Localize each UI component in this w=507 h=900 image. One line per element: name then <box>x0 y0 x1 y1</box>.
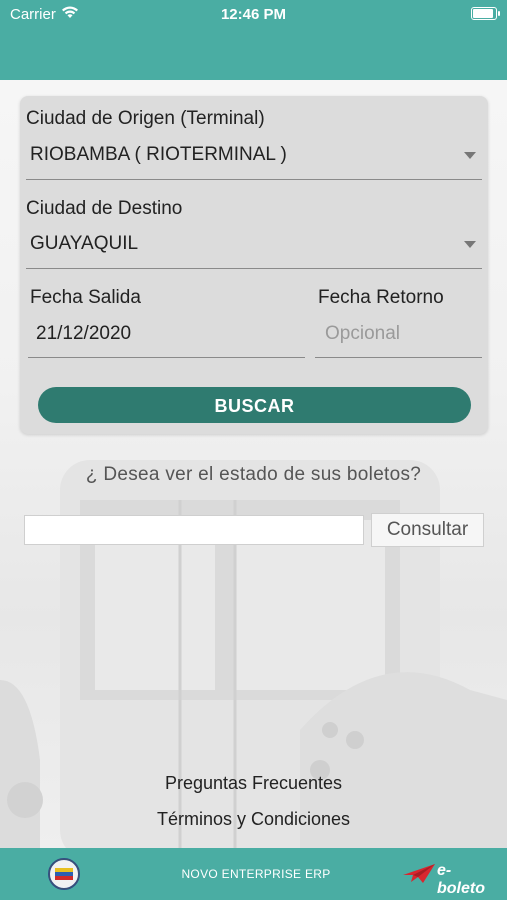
plane-icon <box>403 864 435 883</box>
return-date-field[interactable]: Opcional <box>315 316 482 358</box>
consult-button[interactable]: Consultar <box>371 513 484 547</box>
header-bar: Carrier 12:46 PM <box>0 0 507 80</box>
origin-select[interactable]: RIOBAMBA ( RIOTERMINAL ) <box>26 136 482 180</box>
search-form-card: Ciudad de Origen (Terminal) RIOBAMBA ( R… <box>20 96 488 434</box>
departure-date-value: 21/12/2020 <box>36 323 132 344</box>
chevron-down-icon <box>464 152 476 159</box>
origin-value: RIOBAMBA ( RIOTERMINAL ) <box>30 144 287 165</box>
chevron-down-icon <box>464 241 476 248</box>
destination-label: Ciudad de Destino <box>26 198 183 219</box>
origin-label: Ciudad de Origen (Terminal) <box>26 108 265 129</box>
return-underline <box>315 357 482 358</box>
destination-value: GUAYAQUIL <box>30 233 139 254</box>
origin-underline <box>26 179 482 180</box>
departure-label: Fecha Salida <box>30 287 141 308</box>
brand-name: e-boleto <box>437 862 485 897</box>
return-date-placeholder: Opcional <box>325 323 400 344</box>
search-button[interactable]: BUSCAR <box>38 387 471 423</box>
departure-date-field[interactable]: 21/12/2020 <box>28 316 305 358</box>
footer-bar: NOVO ENTERPRISE ERP e-boleto <box>0 848 507 900</box>
eboleto-logo: e-boleto <box>401 861 497 897</box>
ticket-status-question: ¿ Desea ver el estado de sus boletos? <box>85 464 422 485</box>
destination-underline <box>26 268 482 269</box>
faq-link[interactable]: Preguntas Frecuentes <box>0 773 507 794</box>
ticket-code-input[interactable] <box>24 515 364 545</box>
clock: 12:46 PM <box>220 6 287 23</box>
departure-underline <box>28 357 305 358</box>
terms-link[interactable]: Términos y Condiciones <box>0 809 507 830</box>
battery-icon <box>471 7 500 20</box>
return-label: Fecha Retorno <box>318 287 444 308</box>
destination-select[interactable]: GUAYAQUIL <box>26 226 482 270</box>
